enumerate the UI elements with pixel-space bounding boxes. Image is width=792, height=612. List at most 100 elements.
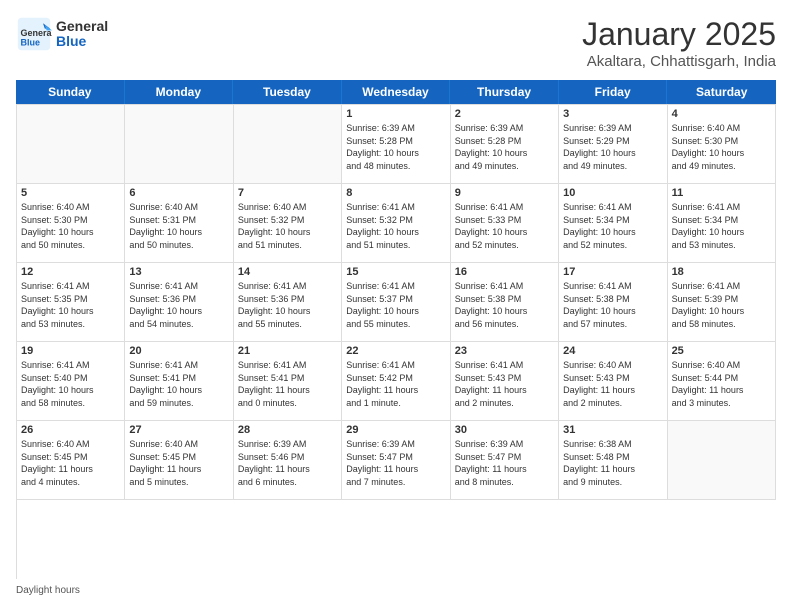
day-number: 25 <box>672 345 771 357</box>
day-header-saturday: Saturday <box>667 80 776 104</box>
day-info: Sunrise: 6:41 AM Sunset: 5:40 PM Dayligh… <box>21 359 120 409</box>
day-number: 1 <box>346 108 445 120</box>
logo-icon: General Blue <box>16 16 52 52</box>
day-header-thursday: Thursday <box>450 80 559 104</box>
day-number: 29 <box>346 424 445 436</box>
day-info: Sunrise: 6:38 AM Sunset: 5:48 PM Dayligh… <box>563 438 662 488</box>
day-number: 2 <box>455 108 554 120</box>
day-info: Sunrise: 6:41 AM Sunset: 5:43 PM Dayligh… <box>455 359 554 409</box>
day-cell-21: 21 Sunrise: 6:41 AM Sunset: 5:41 PM Dayli… <box>234 342 342 421</box>
day-cell-6: 6Sunrise: 6:40 AM Sunset: 5:31 PM Daylig… <box>125 184 233 263</box>
day-cell-empty <box>668 421 776 500</box>
day-info: Sunrise: 6:41 AM Sunset: 5:41 PM Dayligh… <box>129 359 228 409</box>
day-number: 27 <box>129 424 228 436</box>
day-number: 8 <box>346 187 445 199</box>
day-cell-1: 1 Sunrise: 6:39 AM Sunset: 5:28 PM Daylig… <box>342 105 450 184</box>
day-number: 30 <box>455 424 554 436</box>
day-number: 3 <box>563 108 662 120</box>
day-cell-10: 10 Sunrise: 6:41 AM Sunset: 5:34 PM Dayli… <box>559 184 667 263</box>
day-cell-18: 18 Sunrise: 6:41 AM Sunset: 5:39 PM Dayli… <box>668 263 776 342</box>
day-cell-20: 20 Sunrise: 6:41 AM Sunset: 5:41 PM Dayli… <box>125 342 233 421</box>
day-header-friday: Friday <box>559 80 668 104</box>
day-number: 18 <box>672 266 771 278</box>
day-cell-29: 29 Sunrise: 6:39 AM Sunset: 5:47 PM Dayli… <box>342 421 450 500</box>
day-info: Sunrise: 6:39 AM Sunset: 5:28 PM Dayligh… <box>346 122 445 172</box>
day-cell-empty <box>234 105 342 184</box>
day-cell-4: 4Sunrise: 6:40 AM Sunset: 5:30 PM Daylig… <box>668 105 776 184</box>
day-info: Sunrise: 6:41 AM Sunset: 5:39 PM Dayligh… <box>672 280 771 330</box>
day-number: 19 <box>21 345 120 357</box>
day-cell-16: 16Sunrise: 6:41 AM Sunset: 5:38 PM Dayli… <box>451 263 559 342</box>
day-info: Sunrise: 6:40 AM Sunset: 5:43 PM Dayligh… <box>563 359 662 409</box>
calendar-header: Sunday Monday Tuesday Wednesday Thursday… <box>16 80 776 104</box>
svg-text:Blue: Blue <box>21 38 41 48</box>
logo-blue: Blue <box>56 34 108 49</box>
day-header-wednesday: Wednesday <box>342 80 451 104</box>
header: General Blue General Blue January 2025 A… <box>16 16 776 70</box>
logo: General Blue General Blue <box>16 16 108 52</box>
day-info: Sunrise: 6:41 AM Sunset: 5:34 PM Dayligh… <box>563 201 662 251</box>
day-info: Sunrise: 6:40 AM Sunset: 5:31 PM Dayligh… <box>129 201 228 251</box>
day-number: 28 <box>238 424 337 436</box>
day-number: 26 <box>21 424 120 436</box>
day-cell-5: 5 Sunrise: 6:40 AM Sunset: 5:30 PM Daylig… <box>17 184 125 263</box>
day-cell-3: 3 Sunrise: 6:39 AM Sunset: 5:29 PM Daylig… <box>559 105 667 184</box>
day-number: 9 <box>455 187 554 199</box>
day-number: 12 <box>21 266 120 278</box>
calendar: Sunday Monday Tuesday Wednesday Thursday… <box>16 80 776 579</box>
day-cell-25: 25Sunrise: 6:40 AM Sunset: 5:44 PM Dayli… <box>668 342 776 421</box>
day-cell-17: 17Sunrise: 6:41 AM Sunset: 5:38 PM Dayli… <box>559 263 667 342</box>
day-info: Sunrise: 6:39 AM Sunset: 5:28 PM Dayligh… <box>455 122 554 172</box>
day-number: 15 <box>346 266 445 278</box>
day-number: 4 <box>672 108 771 120</box>
day-header-monday: Monday <box>125 80 234 104</box>
day-number: 22 <box>346 345 445 357</box>
day-number: 10 <box>563 187 662 199</box>
day-info: Sunrise: 6:41 AM Sunset: 5:41 PM Dayligh… <box>238 359 337 409</box>
day-cell-13: 13Sunrise: 6:41 AM Sunset: 5:36 PM Dayli… <box>125 263 233 342</box>
day-info: Sunrise: 6:39 AM Sunset: 5:29 PM Dayligh… <box>563 122 662 172</box>
day-number: 13 <box>129 266 228 278</box>
day-cell-28: 28 Sunrise: 6:39 AM Sunset: 5:46 PM Dayli… <box>234 421 342 500</box>
day-info: Sunrise: 6:39 AM Sunset: 5:46 PM Dayligh… <box>238 438 337 488</box>
day-cell-19: 19 Sunrise: 6:41 AM Sunset: 5:40 PM Dayli… <box>17 342 125 421</box>
day-cell-11: 11 Sunrise: 6:41 AM Sunset: 5:34 PM Dayli… <box>668 184 776 263</box>
day-cell-9: 9Sunrise: 6:41 AM Sunset: 5:33 PM Daylig… <box>451 184 559 263</box>
day-cell-22: 22 Sunrise: 6:41 AM Sunset: 5:42 PM Dayli… <box>342 342 450 421</box>
day-number: 21 <box>238 345 337 357</box>
page: General Blue General Blue January 2025 A… <box>0 0 792 612</box>
day-cell-15: 15 Sunrise: 6:41 AM Sunset: 5:37 PM Dayli… <box>342 263 450 342</box>
month-title: January 2025 <box>582 16 776 53</box>
day-number: 20 <box>129 345 228 357</box>
day-cell-2: 2 Sunrise: 6:39 AM Sunset: 5:28 PM Daylig… <box>451 105 559 184</box>
day-number: 5 <box>21 187 120 199</box>
day-info: Sunrise: 6:41 AM Sunset: 5:34 PM Dayligh… <box>672 201 771 251</box>
day-cell-26: 26Sunrise: 6:40 AM Sunset: 5:45 PM Dayli… <box>17 421 125 500</box>
day-number: 23 <box>455 345 554 357</box>
day-info: Sunrise: 6:39 AM Sunset: 5:47 PM Dayligh… <box>455 438 554 488</box>
day-info: Sunrise: 6:41 AM Sunset: 5:35 PM Dayligh… <box>21 280 120 330</box>
day-info: Sunrise: 6:41 AM Sunset: 5:42 PM Dayligh… <box>346 359 445 409</box>
day-cell-27: 27 Sunrise: 6:40 AM Sunset: 5:45 PM Dayli… <box>125 421 233 500</box>
day-number: 31 <box>563 424 662 436</box>
day-info: Sunrise: 6:40 AM Sunset: 5:45 PM Dayligh… <box>129 438 228 488</box>
day-info: Sunrise: 6:41 AM Sunset: 5:37 PM Dayligh… <box>346 280 445 330</box>
day-number: 24 <box>563 345 662 357</box>
day-header-tuesday: Tuesday <box>233 80 342 104</box>
day-info: Sunrise: 6:41 AM Sunset: 5:36 PM Dayligh… <box>238 280 337 330</box>
title-block: January 2025 Akaltara, Chhattisgarh, Ind… <box>582 16 776 70</box>
calendar-body: 1 Sunrise: 6:39 AM Sunset: 5:28 PM Daylig… <box>16 104 776 579</box>
day-info: Sunrise: 6:41 AM Sunset: 5:38 PM Dayligh… <box>563 280 662 330</box>
day-cell-14: 14Sunrise: 6:41 AM Sunset: 5:36 PM Dayli… <box>234 263 342 342</box>
day-info: Sunrise: 6:39 AM Sunset: 5:47 PM Dayligh… <box>346 438 445 488</box>
day-number: 7 <box>238 187 337 199</box>
day-cell-empty <box>17 105 125 184</box>
day-info: Sunrise: 6:40 AM Sunset: 5:30 PM Dayligh… <box>21 201 120 251</box>
logo-general: General <box>56 19 108 34</box>
location: Akaltara, Chhattisgarh, India <box>582 53 776 70</box>
day-cell-12: 12 Sunrise: 6:41 AM Sunset: 5:35 PM Dayli… <box>17 263 125 342</box>
day-number: 11 <box>672 187 771 199</box>
footer: Daylight hours <box>16 585 776 596</box>
day-cell-30: 30 Sunrise: 6:39 AM Sunset: 5:47 PM Dayli… <box>451 421 559 500</box>
day-number: 16 <box>455 266 554 278</box>
